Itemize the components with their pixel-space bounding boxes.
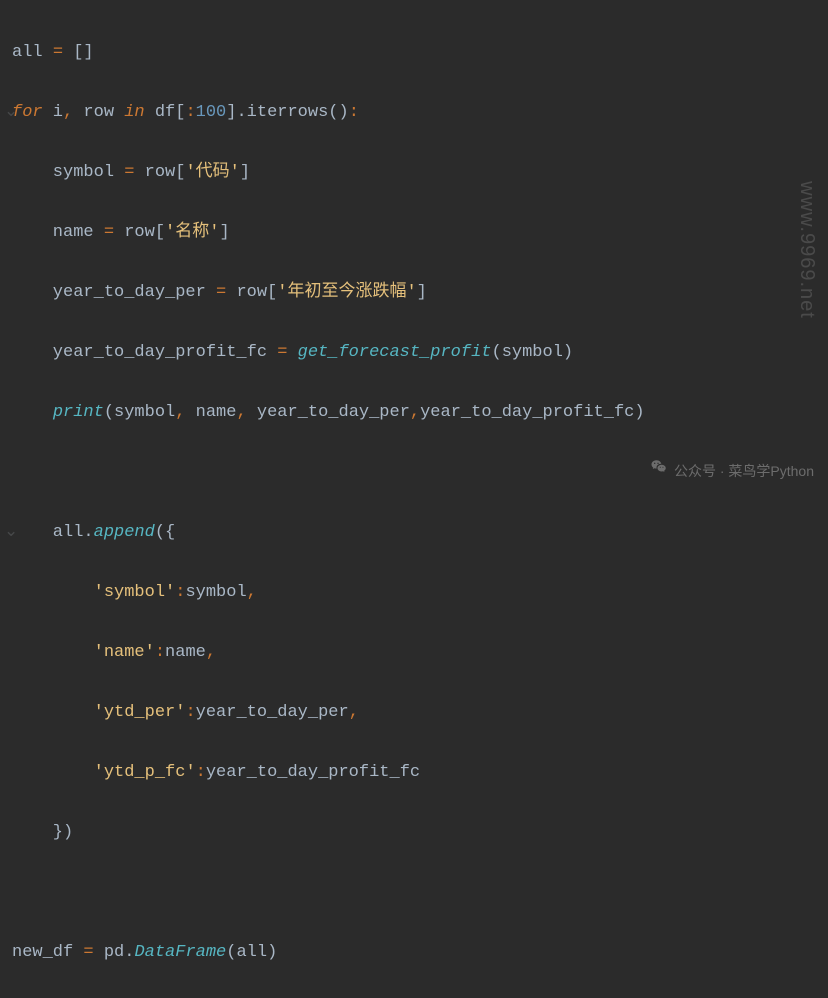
code-token: row[ xyxy=(226,283,277,302)
code-token: , xyxy=(247,583,257,602)
code-token: i xyxy=(43,103,63,122)
code-token: ] xyxy=(417,283,427,302)
code-token: row[ xyxy=(134,163,185,182)
code-token: name xyxy=(185,403,236,422)
code-line: name = row['名称'] xyxy=(4,218,828,248)
code-token: year_to_day_per xyxy=(196,703,349,722)
string-literal: 'name' xyxy=(94,643,155,662)
code-line-blank xyxy=(4,878,828,908)
code-token: = xyxy=(216,283,226,302)
code-line: ⌄for i, row in df[:100].iterrows(): xyxy=(4,98,828,128)
code-token: : xyxy=(155,643,165,662)
code-token xyxy=(12,763,94,782)
code-token: , xyxy=(236,403,246,422)
number-literal: 100 xyxy=(196,103,227,122)
code-token: [] xyxy=(63,43,94,62)
string-literal: '代码' xyxy=(185,163,239,182)
code-line: ⌄ all.append({ xyxy=(4,518,828,548)
code-token: }) xyxy=(12,823,73,842)
wechat-icon xyxy=(650,456,668,486)
code-token: ({ xyxy=(155,523,175,542)
function-call: get_forecast_profit xyxy=(298,343,492,362)
function-call-dataframe: DataFrame xyxy=(134,943,226,962)
code-line: symbol = row['代码'] xyxy=(4,158,828,188)
string-literal: 'ytd_p_fc' xyxy=(94,763,196,782)
code-token: symbol xyxy=(12,163,124,182)
code-token: new_df xyxy=(12,943,83,962)
code-token: ] xyxy=(219,223,229,242)
keyword-in: in xyxy=(124,103,144,122)
code-line: new_df = pd.DataFrame(all) xyxy=(4,938,828,968)
code-token: df[ xyxy=(145,103,186,122)
code-token: = xyxy=(277,343,287,362)
code-token: ].iterrows() xyxy=(226,103,348,122)
code-line: 'name':name, xyxy=(4,638,828,668)
code-token: symbol xyxy=(185,583,246,602)
code-line: year_to_day_per = row['年初至今涨跌幅'] xyxy=(4,278,828,308)
code-token: , xyxy=(349,703,359,722)
code-token: ] xyxy=(240,163,250,182)
code-token: year_to_day_profit_fc) xyxy=(420,403,644,422)
code-editor[interactable]: all = [] ⌄for i, row in df[:100].iterrow… xyxy=(0,0,828,998)
code-line: all = [] xyxy=(4,38,828,68)
code-token: , xyxy=(206,643,216,662)
code-token xyxy=(287,343,297,362)
code-token: , xyxy=(63,103,73,122)
code-token: = xyxy=(53,43,63,62)
code-token: name xyxy=(165,643,206,662)
code-token: (all) xyxy=(226,943,277,962)
code-token: , xyxy=(410,403,420,422)
code-token xyxy=(12,583,94,602)
function-call-print: print xyxy=(53,403,104,422)
code-line: print(symbol, name, year_to_day_per,year… xyxy=(4,398,828,428)
code-line: }) xyxy=(4,818,828,848)
string-literal: 'symbol' xyxy=(94,583,176,602)
code-token xyxy=(12,403,53,422)
code-token: : xyxy=(185,103,195,122)
code-token: name xyxy=(12,223,104,242)
watermark-url: www.9969.net xyxy=(792,181,822,319)
string-literal: '名称' xyxy=(165,223,219,242)
code-token: year_to_day_per xyxy=(12,283,216,302)
code-token: year_to_day_profit_fc xyxy=(206,763,420,782)
code-token: : xyxy=(185,703,195,722)
string-literal: '年初至今涨跌幅' xyxy=(277,283,416,302)
string-literal: 'ytd_per' xyxy=(94,703,186,722)
code-token: : xyxy=(175,583,185,602)
code-token: (symbol) xyxy=(492,343,574,362)
code-token: , xyxy=(175,403,185,422)
code-line: 'ytd_p_fc':year_to_day_profit_fc xyxy=(4,758,828,788)
code-token xyxy=(12,703,94,722)
code-token: = xyxy=(83,943,93,962)
code-line: year_to_day_profit_fc = get_forecast_pro… xyxy=(4,338,828,368)
code-line: 'symbol':symbol, xyxy=(4,578,828,608)
code-token: row xyxy=(73,103,124,122)
code-token: (symbol xyxy=(104,403,175,422)
code-token: = xyxy=(124,163,134,182)
function-call-append: append xyxy=(94,523,155,542)
code-token: pd. xyxy=(94,943,135,962)
code-token xyxy=(12,643,94,662)
watermark-text: 公众号 · 菜鸟学Python xyxy=(674,456,814,486)
code-token: all. xyxy=(12,523,94,542)
code-token: = xyxy=(104,223,114,242)
watermark: 公众号 · 菜鸟学Python xyxy=(650,456,814,486)
code-token: row[ xyxy=(114,223,165,242)
code-token: all xyxy=(12,43,53,62)
code-token: year_to_day_per xyxy=(247,403,410,422)
code-token: year_to_day_profit_fc xyxy=(12,343,277,362)
code-token: : xyxy=(196,763,206,782)
code-line: 'ytd_per':year_to_day_per, xyxy=(4,698,828,728)
code-token: : xyxy=(349,103,359,122)
